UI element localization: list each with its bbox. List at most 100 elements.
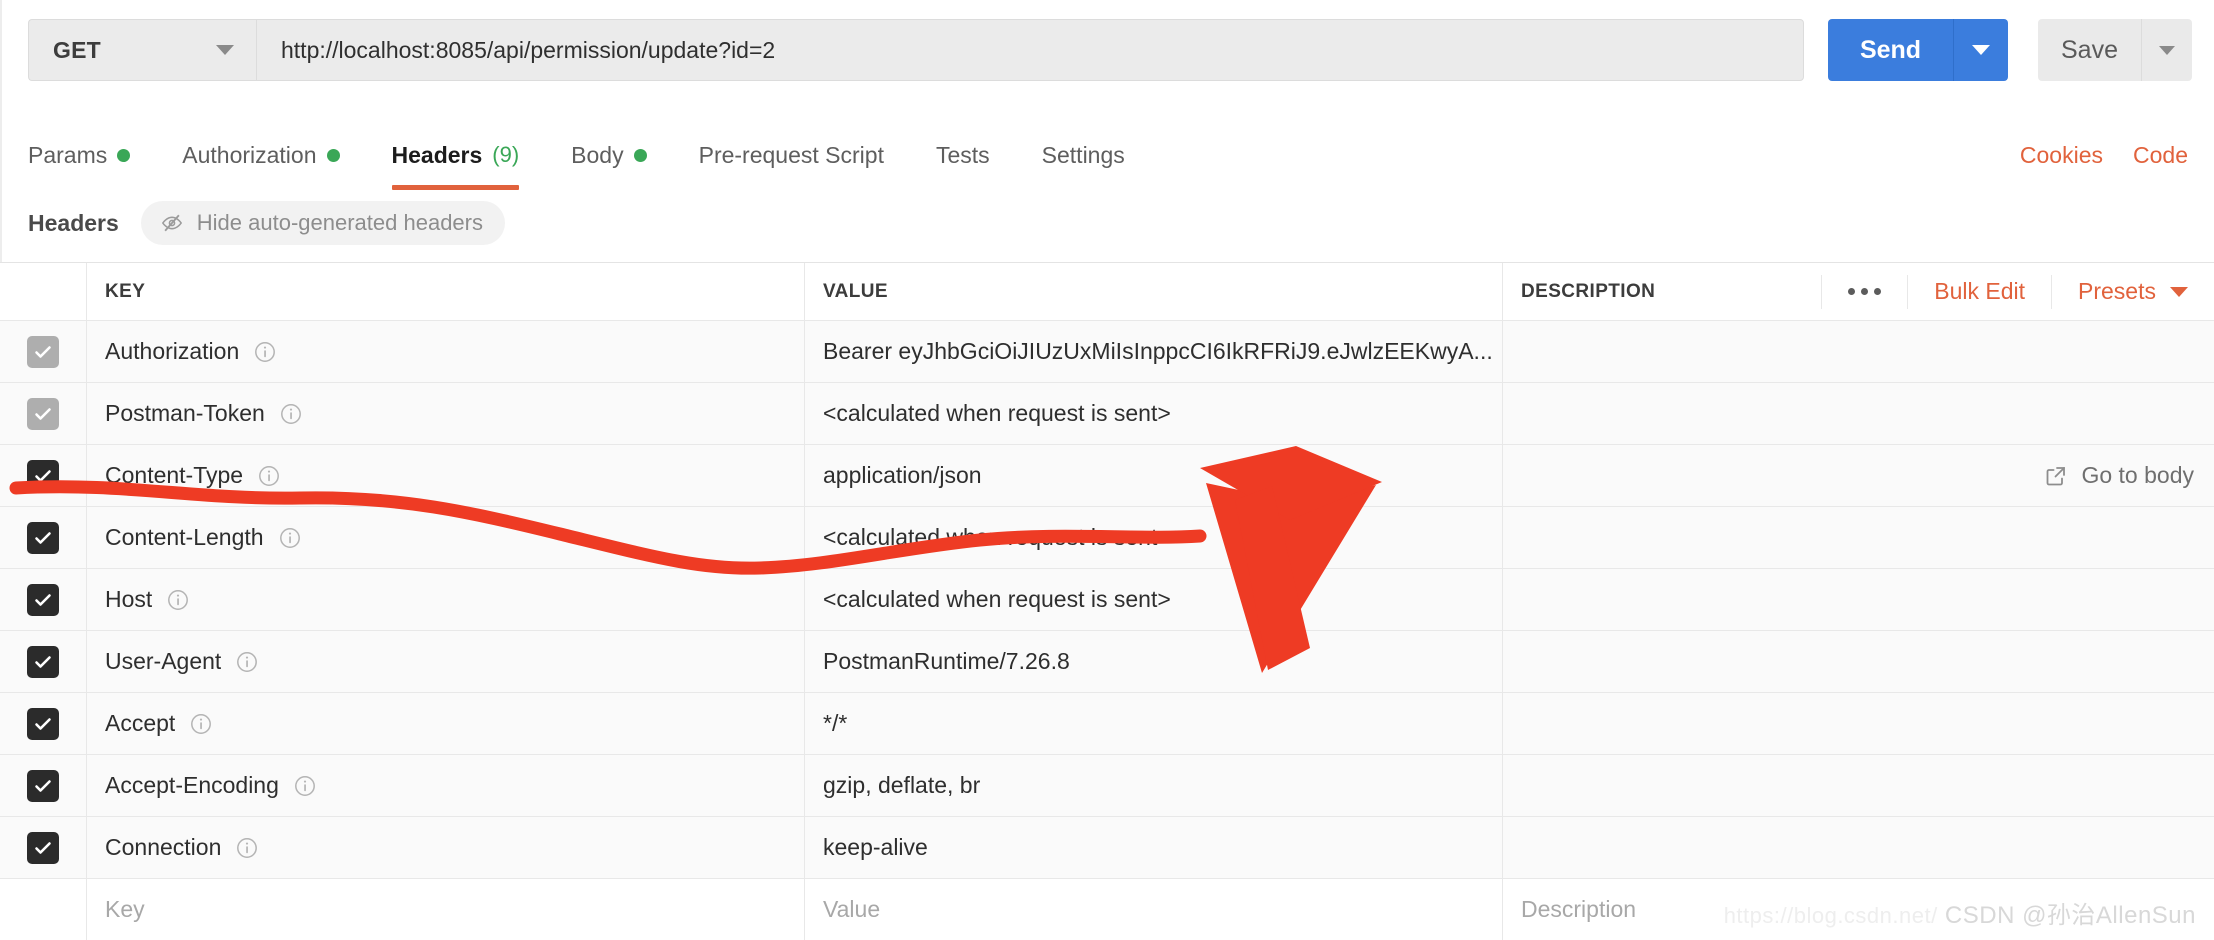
row-description-cell[interactable] [1503,693,2214,754]
chevron-down-icon [1972,45,1990,55]
row-checkbox[interactable] [27,770,59,802]
table-row[interactable]: Connection keep-alive [0,817,2214,879]
row-key-cell[interactable]: Accept-Encoding [87,755,805,816]
new-row-checkbox-cell [0,879,87,940]
tab-pre-request-script[interactable]: Pre-request Script [699,132,884,178]
tab-label: Tests [936,142,990,169]
row-checkbox[interactable] [27,336,59,368]
save-button[interactable]: Save [2038,19,2142,81]
send-button[interactable]: Send [1828,19,1954,81]
presets-button[interactable]: Presets [2051,275,2194,309]
row-checkbox[interactable] [27,460,59,492]
row-key-cell[interactable]: Content-Length [87,507,805,568]
row-checkbox-cell [0,631,87,692]
row-value-text: <calculated when request is sent> [823,586,1171,613]
info-icon[interactable] [253,340,277,364]
tab-params[interactable]: Params [28,132,130,178]
row-key-cell[interactable]: Authorization [87,321,805,382]
http-method-dropdown[interactable]: GET [28,19,256,81]
presets-label: Presets [2078,278,2156,305]
code-link[interactable]: Code [2133,142,2188,169]
table-row[interactable]: Authorization Bearer eyJhbGciOiJIUzUxMiI… [0,321,2214,383]
green-dot-icon [117,149,130,162]
table-row[interactable]: Accept-Encoding gzip, deflate, br [0,755,2214,817]
tab-settings[interactable]: Settings [1042,132,1125,178]
info-icon[interactable] [166,588,190,612]
save-options-button[interactable] [2142,19,2192,81]
watermark-text: CSDN @孙治AllenSun [1945,902,2196,929]
row-value-cell[interactable]: PostmanRuntime/7.26.8 [805,631,1503,692]
row-description-cell[interactable] [1503,569,2214,630]
row-checkbox[interactable] [27,832,59,864]
info-icon[interactable] [278,526,302,550]
external-link-icon [2044,464,2068,488]
info-icon[interactable] [235,836,259,860]
row-key-cell[interactable]: Accept [87,693,805,754]
row-value-cell[interactable]: <calculated when request is sent> [805,383,1503,444]
tab-label: Body [571,142,623,169]
chevron-down-icon [2170,287,2188,297]
row-key-cell[interactable]: Connection [87,817,805,878]
table-row[interactable]: Host <calculated when request is sent> [0,569,2214,631]
request-url-input[interactable]: http://localhost:8085/api/permission/upd… [256,19,1804,81]
row-key-text: Content-Length [105,524,264,551]
request-url-bar: GET http://localhost:8085/api/permission… [0,0,2214,100]
tab-authorization[interactable]: Authorization [182,132,339,178]
tab-tests[interactable]: Tests [936,132,990,178]
new-row-key-input[interactable]: Key [87,879,805,940]
cookies-link[interactable]: Cookies [2020,142,2103,169]
row-value-cell[interactable]: keep-alive [805,817,1503,878]
tab-body[interactable]: Body [571,132,646,178]
table-row[interactable]: Content-Length <calculated when request … [0,507,2214,569]
row-value-cell[interactable]: application/json [805,445,1503,506]
tab-label: Settings [1042,142,1125,169]
row-checkbox[interactable] [27,522,59,554]
info-icon[interactable] [293,774,317,798]
go-to-body-link[interactable]: Go to body [2044,462,2194,489]
row-checkbox[interactable] [27,584,59,616]
row-checkbox[interactable] [27,646,59,678]
bulk-edit-button[interactable]: Bulk Edit [1907,275,2051,309]
tab-headers[interactable]: Headers (9) [392,132,520,178]
row-description-cell[interactable] [1503,321,2214,382]
row-key-text: Content-Type [105,462,243,489]
headers-subbar: Headers Hide auto-generated headers [0,192,2214,254]
row-key-cell[interactable]: User-Agent [87,631,805,692]
row-checkbox-cell [0,507,87,568]
column-header-key: KEY [105,281,145,303]
ellipsis-icon[interactable] [1821,275,1907,309]
row-value-cell[interactable]: <calculated when request is sent> [805,569,1503,630]
row-key-cell[interactable]: Content-Type [87,445,805,506]
table-row[interactable]: Postman-Token <calculated when request i… [0,383,2214,445]
row-checkbox[interactable] [27,398,59,430]
row-value-text: <calculated when request is sent> [823,400,1171,427]
row-checkbox[interactable] [27,708,59,740]
row-value-cell[interactable]: <calculated when request is sent> [805,507,1503,568]
row-value-cell[interactable]: Bearer eyJhbGciOiJIUzUxMiIsInppcCI6IkRFR… [805,321,1503,382]
row-description-cell[interactable] [1503,383,2214,444]
new-row-value-input[interactable]: Value [805,879,1503,940]
row-value-text: PostmanRuntime/7.26.8 [823,648,1070,675]
row-description-cell[interactable] [1503,817,2214,878]
row-value-cell[interactable]: */* [805,693,1503,754]
send-options-button[interactable] [1954,19,2008,81]
row-key-cell[interactable]: Postman-Token [87,383,805,444]
info-icon[interactable] [235,650,259,674]
row-description-cell[interactable] [1503,631,2214,692]
hide-auto-generated-headers-label: Hide auto-generated headers [197,210,483,236]
info-icon[interactable] [189,712,213,736]
table-row[interactable]: User-Agent PostmanRuntime/7.26.8 [0,631,2214,693]
row-description-cell[interactable]: Go to body [1503,445,2214,506]
row-key-text: Postman-Token [105,400,265,427]
row-description-cell[interactable] [1503,507,2214,568]
row-key-cell[interactable]: Host [87,569,805,630]
chevron-down-icon [216,45,234,55]
table-row[interactable]: Accept */* [0,693,2214,755]
row-key-text: Accept-Encoding [105,772,279,799]
table-row[interactable]: Content-Type application/json Go to body [0,445,2214,507]
row-value-cell[interactable]: gzip, deflate, br [805,755,1503,816]
info-icon[interactable] [257,464,281,488]
row-description-cell[interactable] [1503,755,2214,816]
info-icon[interactable] [279,402,303,426]
hide-auto-generated-headers-toggle[interactable]: Hide auto-generated headers [141,201,505,245]
